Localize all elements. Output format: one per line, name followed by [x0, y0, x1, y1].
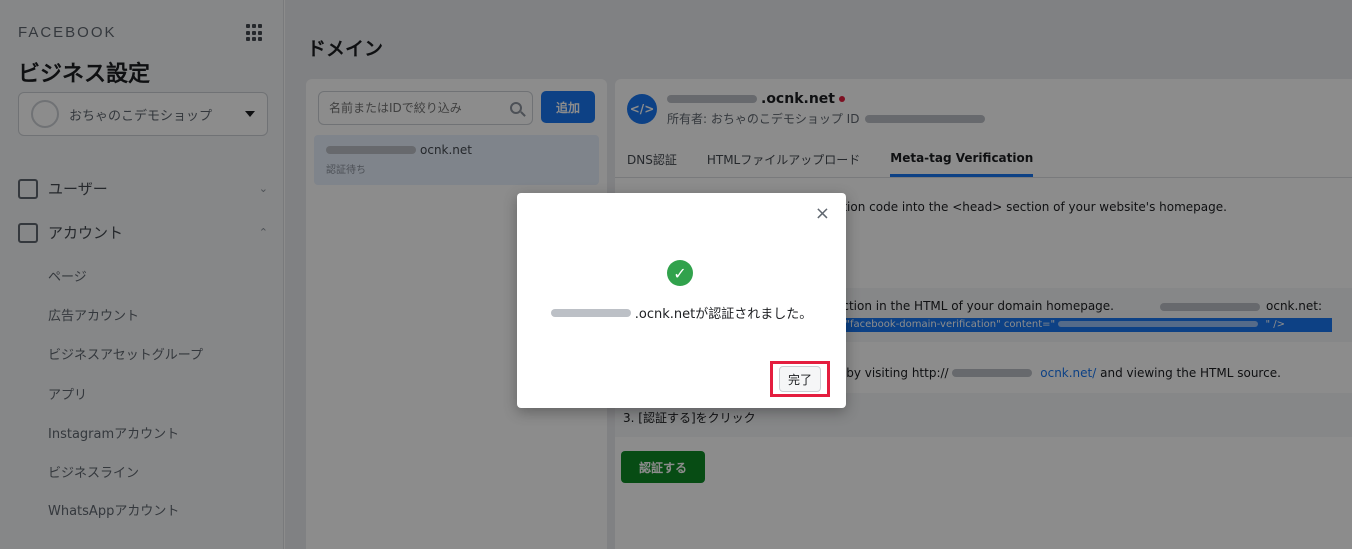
- success-dialog: × ✓ .ocnk.netが認証されました。 完了: [517, 193, 846, 408]
- success-message: .ocnk.netが認証されました。: [517, 303, 846, 322]
- check-circle-icon: ✓: [667, 260, 693, 286]
- app-frame: FACEBOOK ビジネス設定 おちゃのこデモショップ ユーザー ⌄ アカウント…: [0, 0, 1352, 549]
- done-button[interactable]: 完了: [779, 366, 821, 392]
- redacted-text: [550, 308, 631, 317]
- done-button-highlight: 完了: [770, 361, 830, 397]
- close-icon[interactable]: ×: [815, 203, 830, 224]
